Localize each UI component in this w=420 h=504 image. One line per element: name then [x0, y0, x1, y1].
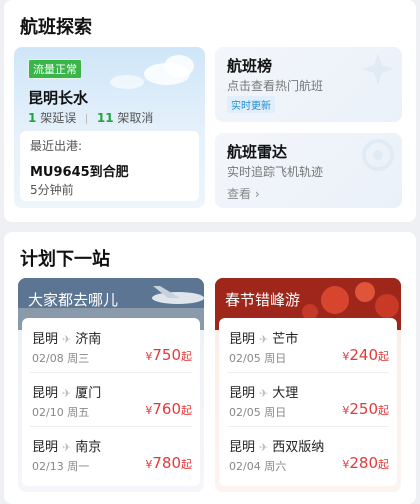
radar-icon [362, 139, 394, 171]
flow-status-badge: 流量正常 [28, 59, 82, 79]
origin-city: 昆明 [229, 386, 256, 401]
price-amount: 760 [152, 400, 181, 418]
view-radar-link[interactable]: 查看 › [227, 185, 260, 202]
airport-status-panel[interactable]: 流量正常 昆明长水 1 架延误 11 架取消 最近出港: MU9645到合肥 5… [14, 47, 205, 208]
route-date: 02/04 周六 [229, 460, 287, 473]
route-row[interactable]: 昆明 ✈ 济南 02/08 周三 ¥750起 [22, 318, 200, 372]
recent-flight: MU9645到合肥 [30, 165, 129, 180]
recent-departure-box[interactable]: 最近出港: MU9645到合肥 5分钟前 [20, 131, 199, 201]
price-suffix: 起 [378, 458, 389, 471]
route-price: ¥250起 [342, 400, 389, 418]
price-suffix: 起 [181, 350, 192, 363]
destination-city: 芒市 [272, 332, 299, 347]
airplane-icon: ✈ [62, 333, 72, 346]
stats-divider [86, 113, 88, 124]
recent-departure-label: 最近出港: [30, 139, 83, 153]
route-row[interactable]: 昆明 ✈ 芒市 02/05 周日 ¥240起 [219, 318, 397, 372]
flight-rank-tile[interactable]: 航班榜 点击查看热门航班 实时更新 [215, 47, 402, 122]
flight-radar-title: 航班雷达 [227, 143, 288, 161]
route-row[interactable]: 昆明 ✈ 南京 02/13 周一 ¥780起 [22, 426, 200, 480]
price-amount: 240 [349, 346, 378, 364]
airport-name: 昆明长水 [28, 89, 89, 107]
destination-city: 西双版纳 [272, 440, 325, 455]
route-date: 02/05 周日 [229, 406, 287, 419]
flight-rank-title: 航班榜 [227, 57, 273, 75]
flight-radar-subtitle: 实时追踪飞机轨迹 [227, 165, 324, 179]
destination-city: 济南 [75, 332, 102, 347]
spring-festival-column[interactable]: 春节错峰游 昆明 ✈ 芒市 02/05 周日 ¥240起 昆明 ✈ 大理 02/05 周… [215, 278, 401, 492]
airplane-icon: ✈ [259, 387, 269, 400]
price-suffix: 起 [378, 350, 389, 363]
route-cities: 昆明 ✈ 南京 [32, 436, 101, 455]
flight-explore-title: 航班探索 [20, 17, 92, 38]
route-list: 昆明 ✈ 济南 02/08 周三 ¥750起 昆明 ✈ 厦门 02/10 周五 ¥760… [22, 318, 200, 486]
airplane-icon: ✈ [62, 387, 72, 400]
price-amount: 250 [349, 400, 378, 418]
destination-city: 大理 [272, 386, 299, 401]
cloud-decoration [164, 55, 194, 77]
origin-city: 昆明 [229, 332, 256, 347]
destination-city: 厦门 [75, 386, 102, 401]
delay-stats: 1 架延误 11 架取消 [28, 109, 153, 126]
route-row[interactable]: 昆明 ✈ 厦门 02/10 周五 ¥760起 [22, 372, 200, 426]
origin-city: 昆明 [229, 440, 256, 455]
airplane-icon: ✈ [259, 441, 269, 454]
route-price: ¥240起 [342, 346, 389, 364]
flight-radar-tile[interactable]: 航班雷达 实时追踪飞机轨迹 查看 › [215, 133, 402, 208]
origin-city: 昆明 [32, 386, 59, 401]
price-amount: 280 [349, 454, 378, 472]
origin-city: 昆明 [32, 440, 59, 455]
price-suffix: 起 [378, 404, 389, 417]
spring-festival-title: 春节错峰游 [225, 291, 301, 309]
route-row[interactable]: 昆明 ✈ 大理 02/05 周日 ¥250起 [219, 372, 397, 426]
cancelled-count: 11 [96, 111, 114, 125]
route-price: ¥280起 [342, 454, 389, 472]
route-date: 02/05 周日 [229, 352, 287, 365]
route-cities: 昆明 ✈ 芒市 [229, 328, 298, 347]
delayed-label: 架延误 [40, 111, 77, 125]
price-amount: 780 [152, 454, 181, 472]
route-price: ¥780起 [145, 454, 192, 472]
price-amount: 750 [152, 346, 181, 364]
cancelled-label: 架取消 [117, 111, 154, 125]
route-cities: 昆明 ✈ 大理 [229, 382, 298, 401]
popular-destinations-title: 大家都去哪儿 [28, 291, 119, 309]
destination-city: 南京 [75, 440, 102, 455]
recent-time: 5分钟前 [30, 183, 74, 197]
airplane-icon [362, 53, 394, 85]
plan-next-title: 计划下一站 [20, 249, 110, 270]
route-price: ¥760起 [145, 400, 192, 418]
flight-rank-subtitle: 点击查看热门航班 [227, 79, 324, 93]
route-cities: 昆明 ✈ 厦门 [32, 382, 101, 401]
airplane-icon: ✈ [62, 441, 72, 454]
route-date: 02/10 周五 [32, 406, 90, 419]
route-date: 02/08 周三 [32, 352, 90, 365]
route-price: ¥750起 [145, 346, 192, 364]
route-row[interactable]: 昆明 ✈ 西双版纳 02/04 周六 ¥280起 [219, 426, 397, 480]
realtime-update-badge: 实时更新 [227, 96, 275, 113]
route-list: 昆明 ✈ 芒市 02/05 周日 ¥240起 昆明 ✈ 大理 02/05 周日 ¥250… [219, 318, 397, 486]
price-suffix: 起 [181, 458, 192, 471]
route-date: 02/13 周一 [32, 460, 90, 473]
origin-city: 昆明 [32, 332, 59, 347]
route-cities: 昆明 ✈ 济南 [32, 328, 101, 347]
delayed-count: 1 [28, 111, 37, 125]
price-suffix: 起 [181, 404, 192, 417]
airplane-icon: ✈ [259, 333, 269, 346]
cloud-decoration [110, 75, 144, 89]
popular-destinations-column[interactable]: 大家都去哪儿 昆明 ✈ 济南 02/08 周三 ¥750起 昆明 ✈ 厦门 02/10 … [18, 278, 204, 492]
route-cities: 昆明 ✈ 西双版纳 [229, 436, 324, 455]
